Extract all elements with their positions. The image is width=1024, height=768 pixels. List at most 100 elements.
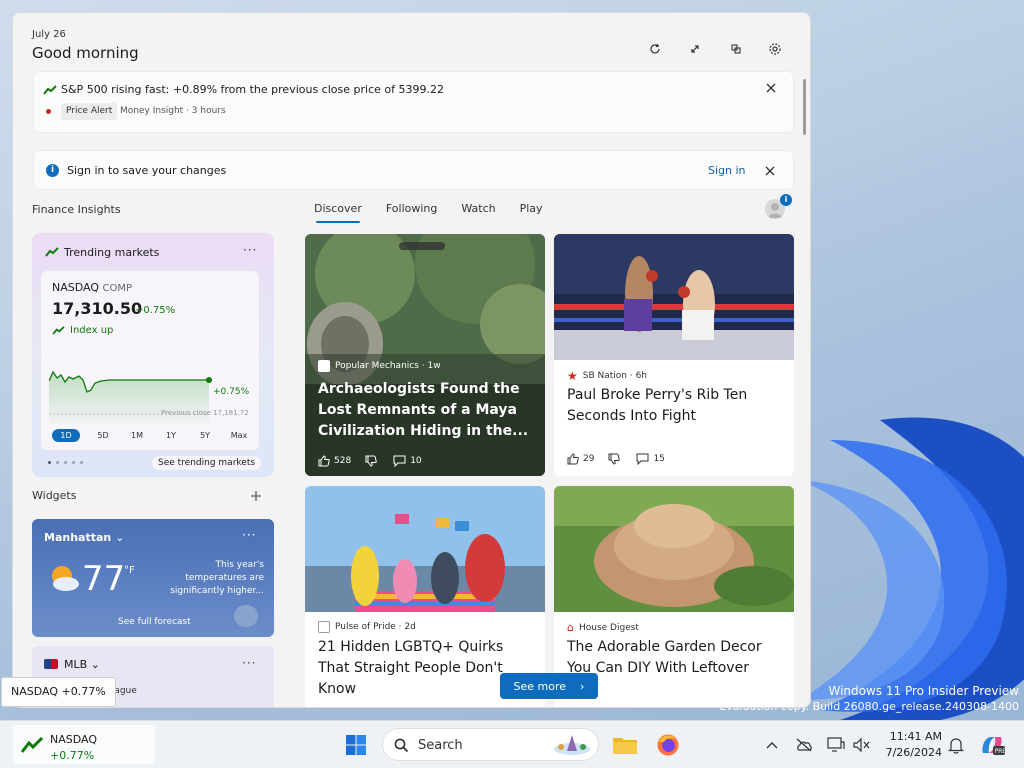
comment-icon [393, 455, 406, 467]
taskbar-search-box[interactable]: Search [382, 728, 599, 761]
bell-icon [948, 737, 964, 754]
pin-button[interactable] [724, 37, 748, 61]
mlb-title[interactable]: MLB ⌄ [64, 658, 100, 671]
pin-icon [731, 44, 741, 54]
mlb-logo-icon [44, 659, 58, 669]
copilot-button[interactable]: PRE [978, 733, 1006, 757]
trend-up-icon [21, 737, 43, 753]
widgets-section-label: Widgets [32, 489, 77, 502]
range-5d[interactable]: 5D [86, 429, 120, 442]
comment-button[interactable]: 10 [393, 455, 422, 467]
panel-scrollbar[interactable] [803, 79, 806, 135]
folder-icon [613, 738, 637, 754]
market-code: COMP [102, 283, 133, 294]
volume-button[interactable] [850, 733, 874, 757]
market-status: Index up [70, 325, 114, 336]
search-highlight-icon [554, 735, 590, 755]
mlb-title-text: MLB [64, 658, 88, 671]
thumbs-up-icon [318, 455, 330, 467]
tray-overflow-button[interactable] [760, 733, 784, 757]
thumbs-down-icon [365, 455, 377, 467]
trending-markets-card[interactable]: Trending markets ··· NASDAQ COMP 17,310.… [32, 233, 274, 477]
taskbar-widget-value: +0.77% [50, 749, 95, 762]
feed-tabs: Discover Following Watch Play [314, 202, 567, 223]
news-card-boxing[interactable]: ★ SB Nation · 6h Paul Broke Perry's Rib T… [554, 234, 794, 476]
news-image-bricks [554, 486, 794, 612]
plus-icon [251, 491, 261, 501]
search-placeholder: Search [418, 738, 463, 753]
like-button[interactable]: 528 [318, 455, 351, 467]
like-button[interactable]: 29 [567, 453, 594, 465]
news-title[interactable]: Paul Broke Perry's Rib Ten Seconds Into … [567, 385, 781, 427]
expand-icon [691, 45, 699, 53]
weather-card[interactable]: Manhattan ⌄ ··· 77 °F This year's temper… [32, 519, 274, 637]
close-icon [765, 166, 775, 176]
like-count: 528 [334, 456, 352, 466]
market-name: NASDAQ COMP [52, 281, 132, 294]
taskbar-widgets-button[interactable]: NASDAQ +0.77% [13, 725, 155, 764]
range-max[interactable]: Max [222, 429, 256, 442]
display-button[interactable] [824, 733, 848, 757]
trend-up-icon [45, 247, 59, 257]
comment-button[interactable]: 15 [636, 453, 665, 465]
alert-text: S&P 500 rising fast: +0.89% from the pre… [61, 83, 444, 96]
carousel-dots[interactable] [48, 461, 83, 464]
dislike-button[interactable] [608, 453, 621, 465]
header-greeting: Good morning [32, 44, 139, 62]
chevron-up-icon [766, 742, 778, 749]
close-signin-button[interactable] [760, 161, 780, 181]
range-1y[interactable]: 1Y [154, 429, 188, 442]
market-quote[interactable]: NASDAQ COMP 17,310.50 +0.75% Index up +0… [41, 271, 259, 450]
chevron-down-icon: ⌄ [115, 531, 125, 544]
price-alert-card[interactable]: S&P 500 rising fast: +0.89% from the pre… [33, 71, 794, 133]
see-trending-markets-link[interactable]: See trending markets [152, 456, 262, 470]
monitor-icon [827, 737, 845, 752]
gear-icon [769, 43, 781, 55]
weather-location[interactable]: Manhattan ⌄ [44, 531, 124, 544]
nasdaq-tooltip: NASDAQ +0.77% [1, 677, 116, 707]
news-title[interactable]: Archaeologists Found the Lost Remnants o… [318, 379, 532, 442]
start-button[interactable] [340, 729, 372, 761]
file-explorer-button[interactable] [609, 729, 641, 761]
news-image-pride [305, 486, 545, 612]
alert-tag: Price Alert [61, 103, 118, 120]
taskbar-clock[interactable]: 11:41 AM 7/26/2024 [878, 729, 942, 761]
expand-button[interactable] [683, 37, 707, 61]
tab-watch[interactable]: Watch [461, 202, 495, 215]
dislike-button[interactable] [365, 455, 377, 467]
signin-link[interactable]: Sign in [708, 164, 746, 177]
finance-section-label: Finance Insights [32, 203, 121, 216]
comment-icon [636, 453, 649, 465]
range-1d[interactable]: 1D [52, 429, 80, 442]
settings-button[interactable] [763, 37, 787, 61]
tab-play[interactable]: Play [520, 202, 543, 215]
news-card-archaeology[interactable]: Popular Mechanics · 1w Archaeologists Fo… [305, 234, 545, 476]
trend-up-icon [52, 326, 65, 335]
tab-discover[interactable]: Discover [314, 202, 362, 223]
see-more-button[interactable]: See more › [500, 673, 598, 699]
signin-banner: i Sign in to save your changes Sign in [33, 150, 794, 190]
weather-more-button[interactable]: ··· [242, 528, 256, 542]
notifications-button[interactable] [944, 733, 968, 757]
tab-following[interactable]: Following [386, 202, 438, 215]
see-full-forecast-link[interactable]: See full forecast [118, 617, 191, 627]
add-widget-button[interactable] [244, 484, 268, 508]
close-icon [766, 83, 776, 93]
news-title[interactable]: The Adorable Garden Decor You Can DIY Wi… [567, 637, 781, 700]
comment-count: 10 [410, 456, 422, 466]
mlb-more-button[interactable]: ··· [242, 656, 256, 670]
copilot-icon: PRE [982, 737, 1005, 755]
refresh-button[interactable] [643, 37, 667, 61]
signin-text: Sign in to save your changes [67, 164, 227, 177]
clock-time: 11:41 AM [889, 730, 942, 743]
weather-location-text: Manhattan [44, 531, 112, 544]
range-5y[interactable]: 5Y [188, 429, 222, 442]
market-change: +0.75% [135, 305, 176, 316]
finance-more-button[interactable]: ··· [243, 243, 257, 257]
range-1m[interactable]: 1M [120, 429, 154, 442]
close-alert-button[interactable] [761, 78, 781, 98]
network-button[interactable] [792, 733, 816, 757]
trend-up-icon [43, 85, 57, 95]
weather-thumbnail [234, 605, 258, 627]
firefox-button[interactable] [652, 729, 684, 761]
